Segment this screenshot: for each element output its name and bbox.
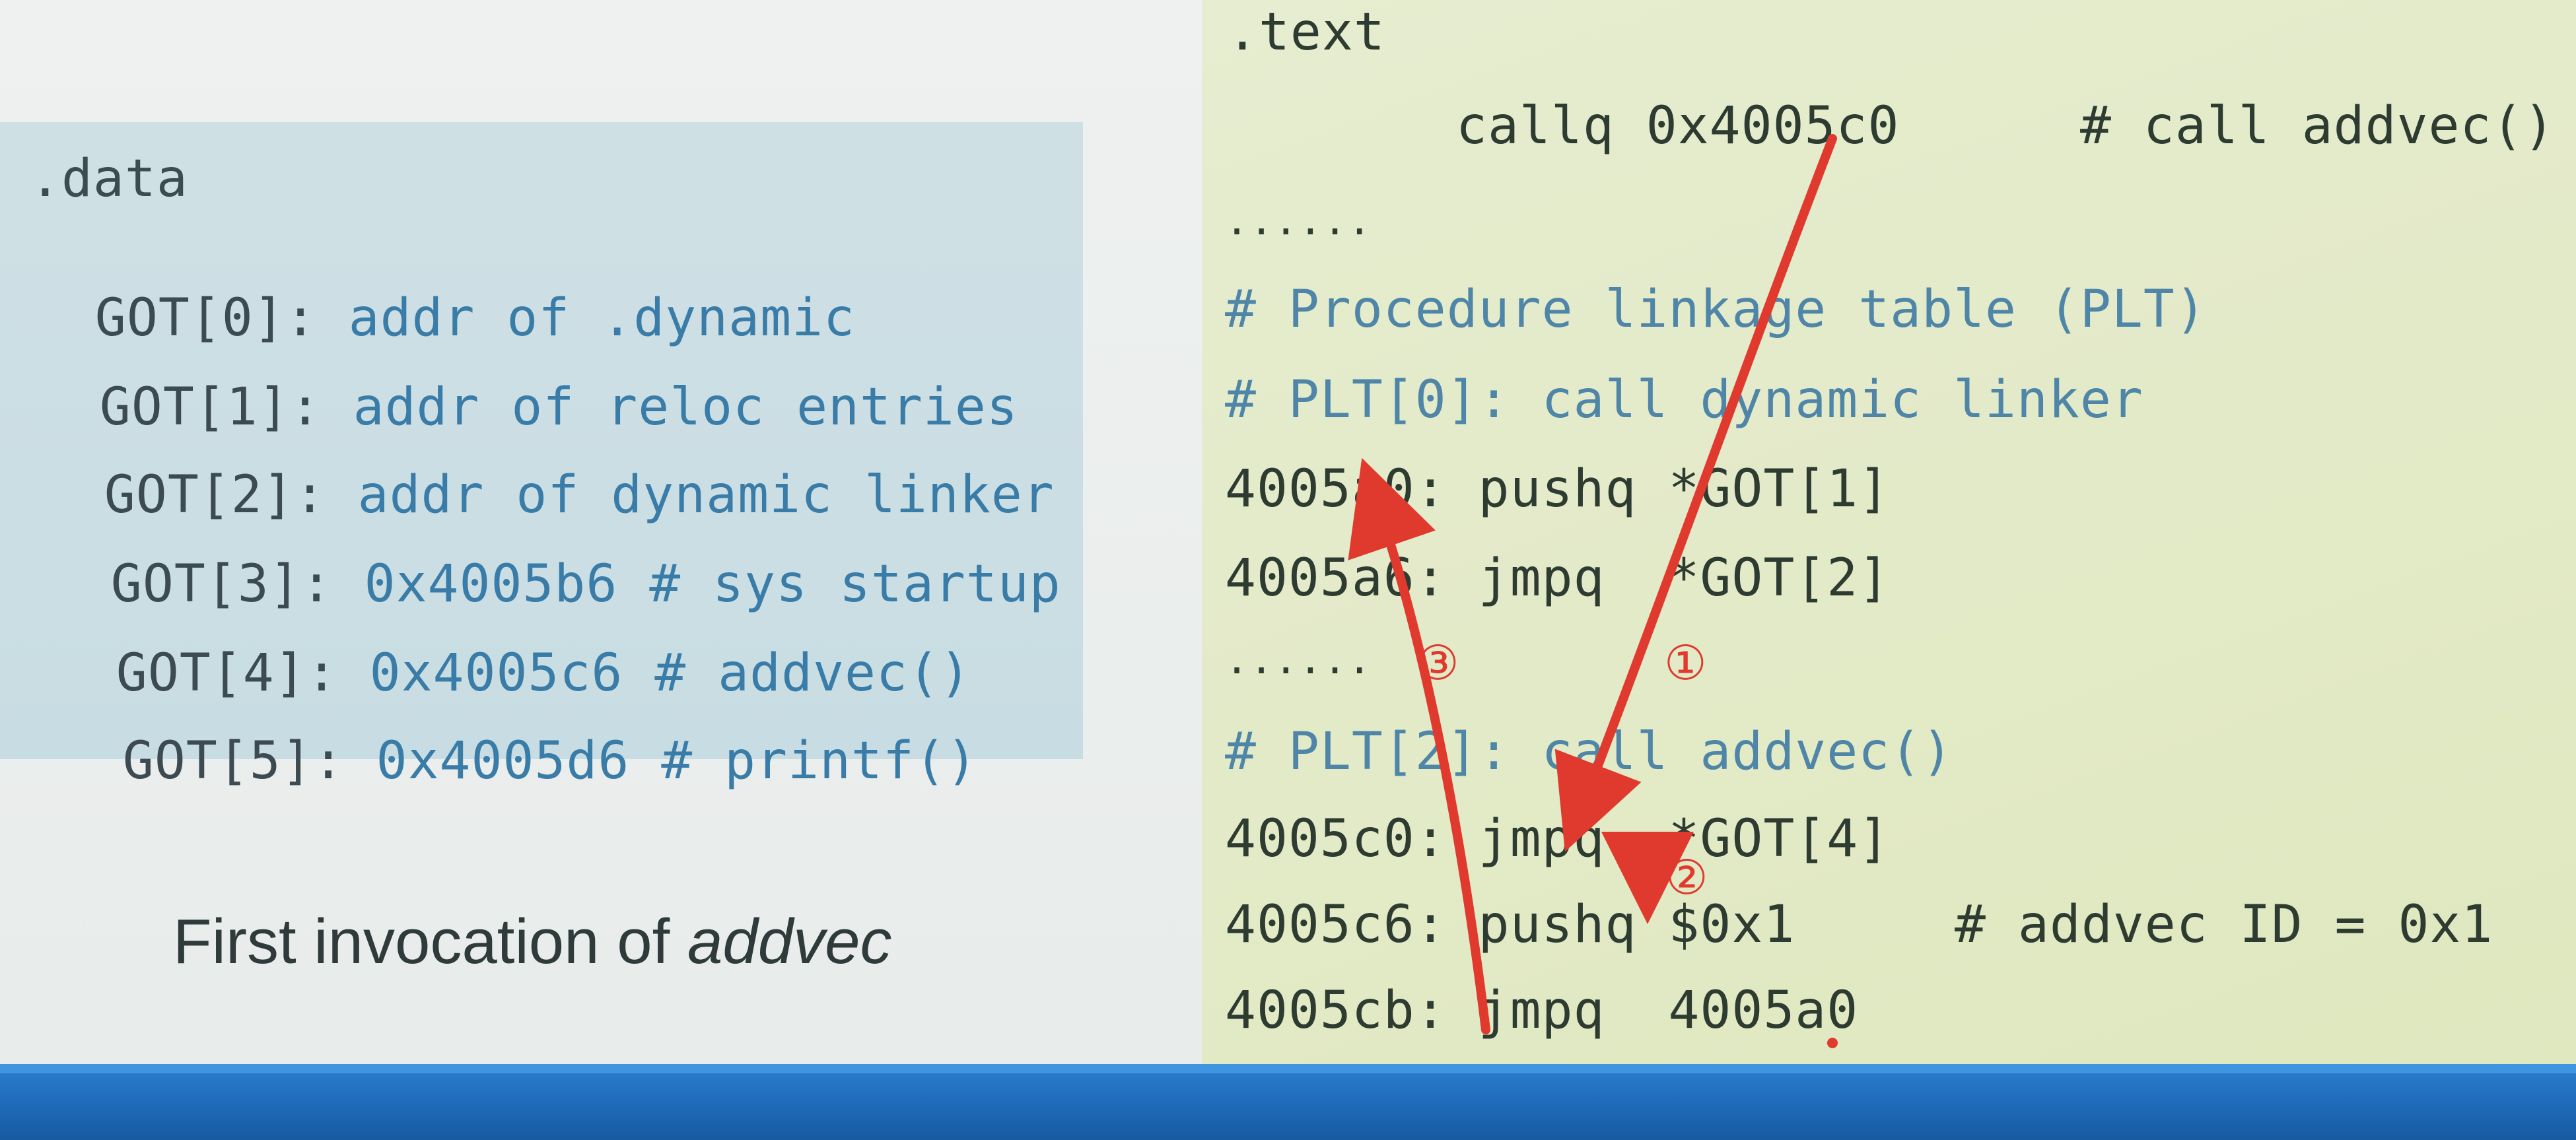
plt2-jmpq-plt0: 4005cb: jmpq 4005a0: [1225, 981, 1859, 1040]
got-entry-5: GOT[5]: 0x4005d6 # printf(): [59, 684, 978, 787]
got-value: 0x4005d6 # printf(): [376, 731, 978, 791]
plt-comment: # Procedure linkage table (PLT): [1225, 280, 2207, 339]
plt2-jmpq: 4005c0: jmpq *GOT[4]: [1225, 809, 1891, 869]
data-section-header: .data: [30, 149, 188, 209]
got-entry-3: GOT[3]: 0x4005b6 # sys startup: [48, 507, 1061, 610]
plt0-comment: # PLT[0]: call dynamic linker: [1225, 370, 2143, 430]
got-entry-0: GOT[0]: addr of .dynamic: [32, 241, 855, 344]
got-label: GOT[5]:: [122, 731, 345, 791]
plt2-pushq: 4005c6: pushq $0x1: [1225, 895, 1795, 955]
plt2-comment: # PLT[2]: call addvec(): [1225, 722, 1954, 782]
slide-footer-bar: [0, 1064, 2576, 1140]
got-entry-2: GOT[2]: addr of dynamic linker: [41, 418, 1055, 521]
callq-comment: # call addvec(): [2080, 96, 2556, 156]
ellipsis-1: ......: [1225, 198, 1372, 244]
plt0-pushq: 4005a0: pushq *GOT[1]: [1225, 459, 1891, 519]
caption-prefix: First invocation of: [173, 906, 687, 977]
plt2-pushq-comment: # addvec ID = 0x1: [1955, 895, 2493, 955]
callq-instruction: callq 0x4005c0: [1456, 96, 1900, 156]
plt0-jmpq: 4005a6: jmpq *GOT[2]: [1225, 549, 1891, 608]
footer-stripe: [0, 1064, 2576, 1073]
step-3-label: ③: [1416, 635, 1459, 690]
caption-emphasis: addvec: [687, 906, 892, 977]
step-1-label: ①: [1664, 635, 1707, 690]
step-2-label: ②: [1665, 850, 1708, 905]
text-section-header: .text: [1227, 3, 1385, 62]
slide-caption: First invocation of addvec: [173, 906, 892, 978]
ellipsis-2: ......: [1225, 637, 1372, 683]
